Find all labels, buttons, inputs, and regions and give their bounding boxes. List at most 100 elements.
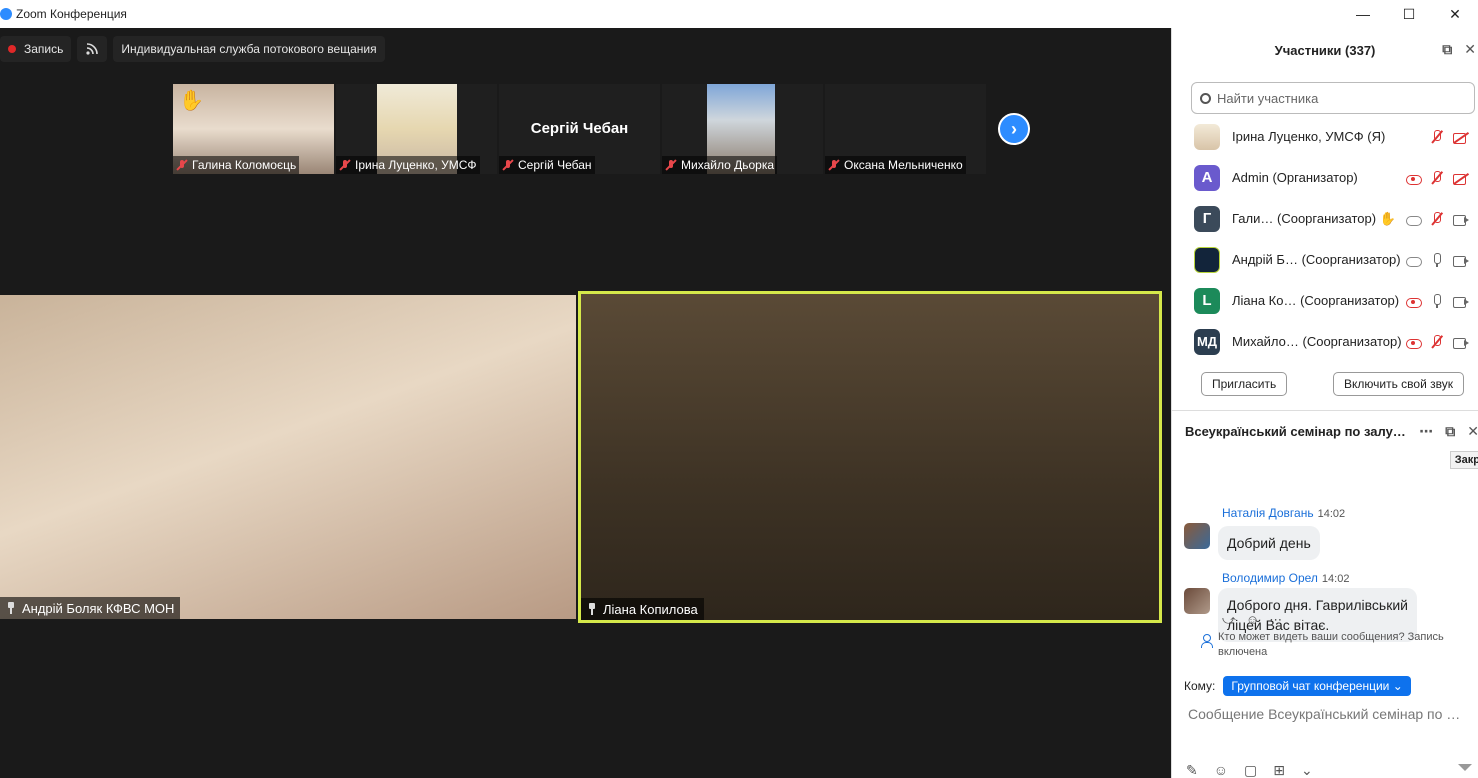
thumbnail-nameplate: Сергій Чебан: [499, 156, 595, 174]
invite-button[interactable]: Пригласить: [1201, 372, 1288, 396]
chat-message-input[interactable]: Сообщение Всеукраїнський семінар по …: [1188, 706, 1478, 722]
participant-row[interactable]: L Ліана Ко… (Соорганизатор): [1172, 280, 1478, 321]
message-sender[interactable]: Володимир Орел: [1222, 571, 1318, 585]
participant-name: Галина Коломоєць: [192, 158, 297, 172]
stream-service-text: Индивидуальная служба потокового вещания: [121, 42, 377, 56]
mic-icon: [1429, 293, 1445, 308]
emoji-reaction-icon[interactable]: ☺: [1246, 612, 1259, 628]
broadcast-icon: [86, 43, 99, 55]
emoji-icon[interactable]: ☺: [1214, 762, 1228, 778]
thumbnail-tile[interactable]: Оксана Мельниченко: [825, 84, 986, 174]
popout-icon[interactable]: ⧉: [1442, 41, 1452, 58]
participant-name: Ліана Ко… (Соорганизатор): [1232, 293, 1400, 308]
participant-name: Андрій Боляк КФВС МОН: [22, 600, 175, 616]
chevron-down-icon[interactable]: ⌄: [1301, 762, 1313, 778]
participants-header-icons: ⧉ ✕: [1442, 41, 1476, 58]
muted-mic-icon: [1429, 170, 1445, 185]
more-options-icon[interactable]: ⋯: [1419, 423, 1433, 440]
message-time: 14:02: [1317, 508, 1346, 520]
popout-icon[interactable]: ⧉: [1445, 423, 1455, 440]
minimize-button[interactable]: —: [1340, 0, 1386, 28]
chat-header: Всеукраїнський семінар по залу… ⋯ ⧉ ✕ За…: [1172, 411, 1478, 469]
recipient-label: Кому:: [1184, 679, 1216, 693]
thumbnail-tile[interactable]: Михайло Дьорка: [662, 84, 823, 174]
unmute-self-button[interactable]: Включить свой звук: [1333, 372, 1464, 396]
thumbnail-tile[interactable]: Ірина Луценко, УМСФ: [336, 84, 497, 174]
participant-row[interactable]: A Admin (Организатор): [1172, 157, 1478, 198]
format-icon[interactable]: ✎: [1186, 762, 1198, 778]
recording-indicator[interactable]: Запись: [0, 36, 72, 62]
participant-list: Ірина Луценко, УМСФ (Я) A Admin (Организ…: [1172, 116, 1478, 362]
meeting-status-bar: Запись Индивидуальная служба потокового …: [0, 36, 385, 62]
message-sender[interactable]: Наталія Довгань: [1222, 506, 1314, 520]
recipient-dropdown[interactable]: Групповой чат конференции ⌄: [1223, 676, 1411, 696]
close-window-button[interactable]: ✕: [1432, 0, 1478, 28]
close-icon[interactable]: ✕: [1464, 41, 1476, 58]
recording-label: Запись: [24, 42, 64, 56]
participant-status-icons: [1429, 129, 1469, 144]
participant-row[interactable]: Андрій Б… (Соорганизатор): [1172, 239, 1478, 280]
cloud-icon: [1405, 212, 1422, 226]
message-meta: Володимир Орел 14:02: [1222, 571, 1349, 585]
video-tile[interactable]: Андрій Боляк КФВС МОН: [0, 295, 576, 619]
thumbnail-nameplate: Ірина Луценко, УМСФ: [336, 156, 480, 174]
people-icon: [1200, 634, 1214, 648]
pin-icon: [6, 602, 16, 614]
participant-name: Ірина Луценко, УМСФ: [355, 158, 477, 172]
search-placeholder: Найти участника: [1217, 90, 1319, 106]
participant-name: Андрій Б… (Соорганизатор): [1232, 252, 1401, 267]
avatar: Г: [1194, 205, 1220, 232]
participant-row[interactable]: Г Гали… (Соорганизатор) ✋: [1172, 198, 1478, 239]
active-speaker-video-tile[interactable]: Ліана Копилова: [578, 291, 1162, 623]
thumbnail-nameplate: Галина Коломоєць: [173, 156, 300, 174]
participant-actions: Пригласить Включить свой звук: [1172, 372, 1478, 396]
thumbnail-tile[interactable]: Сергій Чебан Сергій Чебан: [499, 84, 660, 174]
chat-privacy-notice[interactable]: Кто может видеть ваши сообщения? Запись …: [1200, 630, 1472, 660]
participant-status-icons: [1405, 211, 1469, 226]
side-panel: Участники (337) ⧉ ✕ Найти участника Ірин…: [1171, 28, 1478, 778]
raised-hand-icon: ✋: [179, 90, 204, 112]
video-stage: Запись Индивидуальная служба потокового …: [0, 28, 1171, 778]
muted-mic-icon: [502, 159, 514, 171]
video-off-icon: [1453, 171, 1469, 185]
mic-icon: [1429, 252, 1445, 267]
participant-center-name: Сергій Чебан: [530, 120, 629, 137]
participant-search-input[interactable]: Найти участника: [1191, 82, 1475, 114]
chat-toolbar: ✎ ☺ ▢ ⊞ ⌄: [1186, 762, 1313, 778]
next-page-arrow-button[interactable]: ›: [998, 113, 1030, 145]
participant-status-icons: [1405, 170, 1469, 185]
participant-row[interactable]: МД Михайло… (Соорганизатор): [1172, 321, 1478, 362]
muted-mic-icon: [1429, 211, 1445, 226]
maximize-button[interactable]: ☐: [1386, 0, 1432, 28]
cloud-icon: [1405, 253, 1422, 267]
cloud-record-icon: [1405, 294, 1422, 308]
streaming-indicator[interactable]: [77, 36, 108, 62]
participant-status-icons: [1405, 334, 1469, 349]
thumbnail-nameplate: Оксана Мельниченко: [825, 156, 966, 174]
send-icon[interactable]: [1458, 764, 1472, 774]
muted-mic-icon: [339, 159, 351, 171]
participant-name: Гали… (Соорганизатор) ✋: [1232, 210, 1396, 226]
recipient-row: Кому: Групповой чат конференции ⌄: [1184, 676, 1411, 696]
message-meta: Наталія Довгань 14:02: [1222, 506, 1345, 520]
muted-mic-icon: [828, 159, 840, 171]
window-title: Zoom Конференция: [16, 7, 127, 21]
avatar: МД: [1194, 328, 1220, 355]
avatar: L: [1194, 287, 1220, 314]
participant-name: Admin (Организатор): [1232, 170, 1358, 185]
participant-name: Михайло… (Соорганизатор): [1232, 334, 1402, 349]
zoom-logo-icon: [0, 8, 12, 20]
more-icon[interactable]: ⋯: [1269, 612, 1282, 628]
camera-icon: [1453, 253, 1469, 267]
close-icon[interactable]: ✕: [1467, 423, 1478, 440]
participant-row[interactable]: Ірина Луценко, УМСФ (Я): [1172, 116, 1478, 157]
reply-icon[interactable]: ⤻: [1222, 612, 1236, 628]
file-icon[interactable]: ▢: [1244, 762, 1257, 778]
record-dot-icon: [8, 45, 16, 53]
close-tooltip: Закр: [1449, 451, 1478, 469]
streaming-service-label[interactable]: Индивидуальная служба потокового вещания: [113, 36, 385, 62]
chat-header-icons: ⋯ ⧉ ✕: [1419, 423, 1478, 440]
cloud-record-icon: [1405, 335, 1422, 349]
screenshot-icon[interactable]: ⊞: [1273, 762, 1285, 778]
thumbnail-tile[interactable]: ✋ Галина Коломоєць: [173, 84, 334, 174]
